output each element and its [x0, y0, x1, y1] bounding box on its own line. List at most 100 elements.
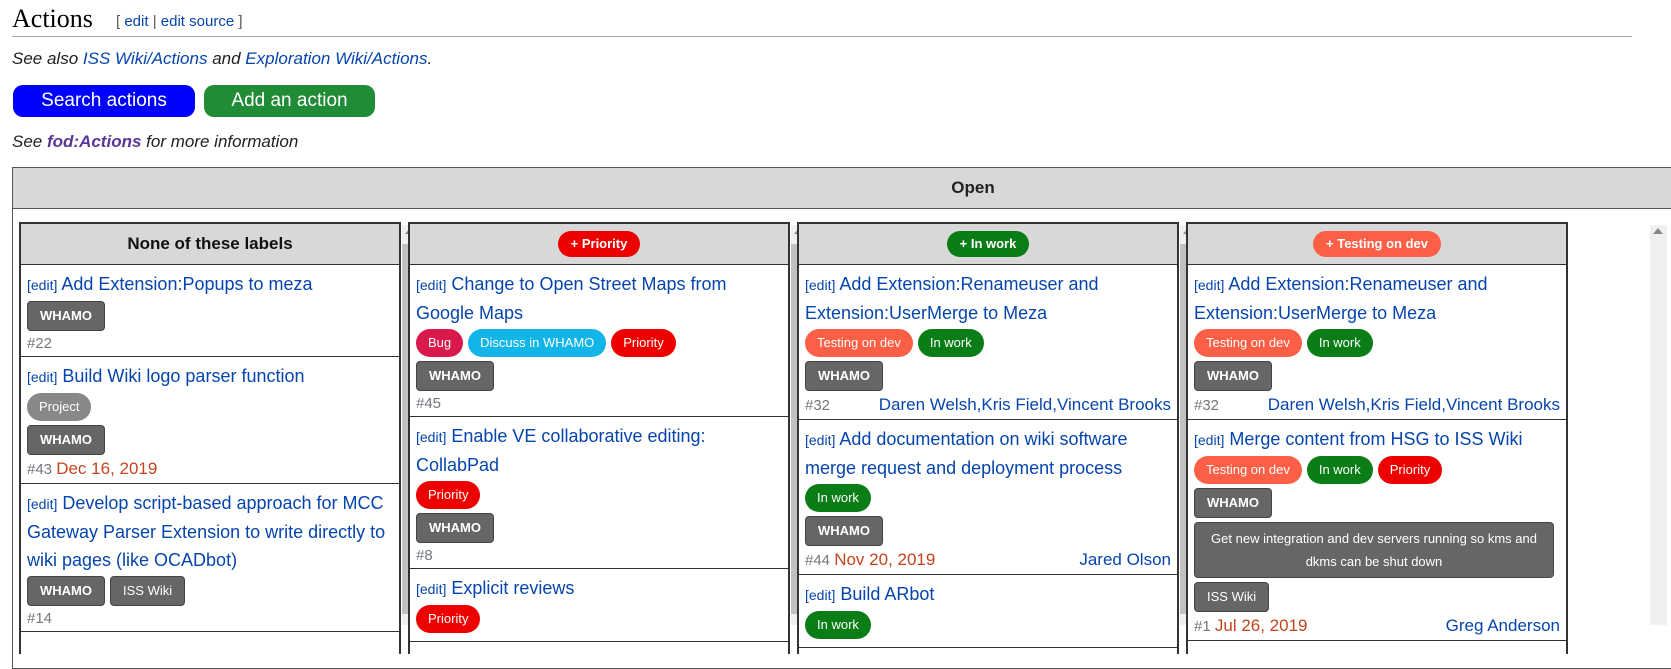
category-whamo[interactable]: WHAMO: [416, 513, 494, 543]
card-id: #44: [805, 552, 831, 569]
card-meta: #43 Dec 16, 2019: [27, 459, 393, 479]
card-edit-link[interactable]: [edit]: [805, 277, 835, 293]
edit-source-link[interactable]: edit source: [161, 13, 234, 30]
category-iss-wiki[interactable]: ISS Wiki: [110, 576, 186, 606]
column-header-label: None of these labels: [127, 234, 293, 253]
tag-in-work[interactable]: In work: [1306, 329, 1373, 357]
tag-priority[interactable]: Priority: [1377, 456, 1443, 484]
category-whamo[interactable]: WHAMO: [27, 576, 105, 606]
card-title-link[interactable]: Explicit reviews: [451, 578, 574, 598]
card-categories: WHAMO: [805, 361, 1171, 391]
see-more-line: See fod:Actions for more information: [12, 132, 299, 151]
card-edit-link[interactable]: [edit]: [27, 496, 57, 512]
card-tags: Testing on dev In work: [805, 329, 1171, 357]
card-categories: WHAMO: [416, 513, 782, 543]
column-priority: + Priority [edit] Change to Open Street M…: [408, 222, 790, 654]
tag-bug[interactable]: Bug: [416, 329, 464, 357]
card-id: #22: [27, 335, 53, 352]
card-meta: #32 Daren Welsh,Kris Field,Vincent Brooks: [1194, 395, 1560, 415]
card-title-link[interactable]: Change to Open Street Maps from Google M…: [416, 274, 727, 323]
card-title-link[interactable]: Build ARbot: [840, 584, 934, 604]
column-header: + Testing on dev: [1188, 224, 1566, 265]
category-whamo[interactable]: WHAMO: [1194, 488, 1272, 518]
category-whamo[interactable]: WHAMO: [416, 361, 494, 391]
action-card: [edit] Add Extension:Renameuser and Exte…: [799, 265, 1177, 420]
card-assignees[interactable]: Greg Anderson: [1446, 616, 1560, 636]
category-iss-wiki[interactable]: ISS Wiki: [1194, 582, 1270, 612]
card-tags: Bug Discuss in WHAMO Priority: [416, 329, 782, 357]
section-edit-links: [ edit | edit source ]: [116, 13, 243, 30]
card-meta: #22: [27, 335, 393, 352]
card-tags: In work: [805, 484, 1171, 512]
tag-project[interactable]: Project: [27, 393, 92, 421]
card-title-link[interactable]: Develop script-based approach for MCC Ga…: [27, 493, 385, 570]
tag-in-work[interactable]: In work: [805, 611, 871, 639]
card-title-link[interactable]: Enable VE collaborative editing: CollabP…: [416, 426, 706, 475]
action-card: [edit] Add Extension:Renameuser and Exte…: [1188, 265, 1566, 420]
card-categories: WHAMO: [416, 361, 782, 391]
tag-in-work[interactable]: In work: [805, 484, 871, 512]
card-tags: In work: [805, 611, 1171, 639]
card-title-link[interactable]: Add Extension:Renameuser and Extension:U…: [1194, 274, 1488, 323]
iss-wiki-actions-link[interactable]: ISS Wiki/Actions: [83, 49, 208, 68]
card-edit-link[interactable]: [edit]: [1194, 432, 1224, 448]
category-whamo[interactable]: WHAMO: [805, 361, 883, 391]
tag-priority[interactable]: Priority: [611, 329, 676, 357]
card-categories: WHAMO: [805, 516, 1171, 546]
tag-priority[interactable]: Priority: [416, 481, 481, 509]
action-card: [edit] Change to Open Street Maps from G…: [410, 265, 788, 417]
category-whamo[interactable]: WHAMO: [1194, 361, 1272, 391]
card-edit-link[interactable]: [edit]: [416, 581, 446, 597]
tag-in-work[interactable]: In work: [1306, 456, 1373, 484]
tag-discuss-in-whamo[interactable]: Discuss in WHAMO: [468, 329, 607, 357]
column-scrollbar[interactable]: [1650, 225, 1667, 625]
tag-in-work[interactable]: In work: [917, 329, 984, 357]
card-title-link[interactable]: Merge content from HSG to ISS Wiki: [1229, 429, 1522, 449]
card-meta: #32 Daren Welsh,Kris Field,Vincent Brooks: [805, 395, 1171, 415]
card-assignees[interactable]: Daren Welsh,Kris Field,Vincent Brooks: [1268, 395, 1560, 415]
column-filter-badge[interactable]: + In work: [946, 231, 1030, 257]
exploration-wiki-actions-link[interactable]: Exploration Wiki/Actions: [245, 49, 427, 68]
card-title-link[interactable]: Add Extension:Popups to meza: [61, 274, 312, 294]
card-tags: Testing on dev In work: [1194, 329, 1560, 357]
card-title-link[interactable]: Add documentation on wiki software merge…: [805, 429, 1128, 478]
column-filter-badge[interactable]: + Testing on dev: [1313, 231, 1441, 257]
card-tags: Priority: [416, 605, 782, 633]
action-card: [edit] Develop script-based approach for…: [21, 484, 399, 632]
card-edit-link[interactable]: [edit]: [805, 432, 835, 448]
scroll-up-arrow-icon[interactable]: [1653, 228, 1663, 234]
card-edit-link[interactable]: [edit]: [1194, 277, 1224, 293]
column-header: None of these labels: [21, 224, 399, 265]
card-assignees[interactable]: Jared Olson: [1079, 550, 1171, 570]
card-tags: Project: [27, 393, 393, 421]
tag-priority[interactable]: Priority: [416, 605, 481, 633]
category-whamo[interactable]: WHAMO: [27, 425, 105, 455]
card-related-note[interactable]: Get new integration and dev servers runn…: [1194, 522, 1554, 578]
card-due-date: Jul 26, 2019: [1214, 616, 1308, 635]
card-edit-link[interactable]: [edit]: [27, 277, 57, 293]
add-action-button[interactable]: Add an action: [204, 85, 375, 117]
tag-testing-on-dev[interactable]: Testing on dev: [1194, 329, 1302, 357]
edit-link[interactable]: edit: [124, 13, 148, 30]
fod-actions-link[interactable]: fod:Actions: [47, 132, 141, 151]
tag-testing-on-dev[interactable]: Testing on dev: [805, 329, 913, 357]
card-edit-link[interactable]: [edit]: [805, 587, 835, 603]
card-assignees[interactable]: Daren Welsh,Kris Field,Vincent Brooks: [879, 395, 1171, 415]
category-whamo[interactable]: WHAMO: [27, 301, 105, 331]
see-also-line: See also ISS Wiki/Actions and Exploratio…: [12, 49, 433, 68]
card-edit-link[interactable]: [edit]: [416, 429, 446, 445]
column-filter-badge[interactable]: + Priority: [557, 231, 641, 257]
card-tags: Priority: [416, 481, 782, 509]
search-actions-button[interactable]: Search actions: [13, 85, 195, 117]
card-title-link[interactable]: Build Wiki logo parser function: [62, 366, 304, 386]
action-card: [edit] Explicit reviews Priority: [410, 569, 788, 642]
section-title: Actions: [12, 4, 93, 33]
card-edit-link[interactable]: [edit]: [416, 277, 446, 293]
column-testing-on-dev: + Testing on dev [edit] Add Extension:Ren…: [1186, 222, 1568, 654]
card-edit-link[interactable]: [edit]: [27, 369, 57, 385]
category-whamo[interactable]: WHAMO: [805, 516, 883, 546]
card-id: #45: [416, 395, 442, 412]
tag-testing-on-dev[interactable]: Testing on dev: [1194, 456, 1302, 484]
column-in-work: + In work [edit] Add Extension:Renameuser…: [797, 222, 1179, 654]
card-title-link[interactable]: Add Extension:Renameuser and Extension:U…: [805, 274, 1099, 323]
